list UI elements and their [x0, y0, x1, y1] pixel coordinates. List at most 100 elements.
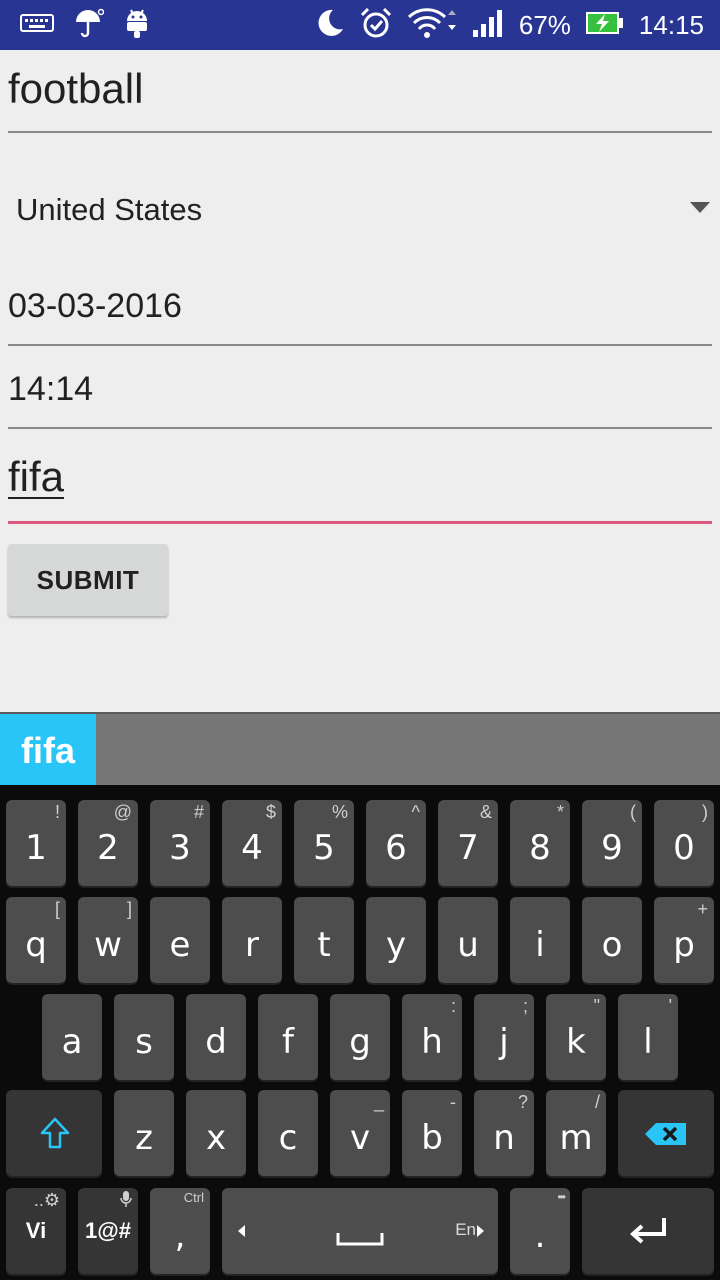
- key-alt-label: ': [668, 996, 672, 1016]
- key-alt-label: /: [594, 1092, 600, 1112]
- key-c[interactable]: c: [258, 1090, 318, 1176]
- key-label: c: [278, 1118, 298, 1158]
- key-alt-label: ): [702, 802, 708, 822]
- key-alt-label: ?: [517, 1092, 528, 1112]
- key-alt-label: $: [265, 802, 276, 822]
- key-label: k: [566, 1022, 586, 1062]
- key-w[interactable]: ] w: [78, 897, 138, 983]
- battery-charging-icon: [585, 10, 625, 41]
- key-t[interactable]: t: [294, 897, 354, 983]
- name-field[interactable]: football: [8, 50, 712, 133]
- android-icon: [124, 7, 150, 44]
- key-1[interactable]: ! 1: [6, 800, 66, 886]
- key-label: e: [169, 925, 191, 965]
- key-n[interactable]: ? n: [474, 1090, 534, 1176]
- key-label: n: [493, 1118, 515, 1158]
- key-d[interactable]: d: [186, 994, 246, 1080]
- key-5[interactable]: % 5: [294, 800, 354, 886]
- key-label: h: [421, 1022, 443, 1062]
- key-6[interactable]: ^ 6: [366, 800, 426, 886]
- key-f[interactable]: f: [258, 994, 318, 1080]
- cursor-left-icon: [236, 1224, 246, 1243]
- key-alt-label: +: [697, 899, 708, 919]
- key-e[interactable]: e: [150, 897, 210, 983]
- key-label: w: [94, 925, 122, 965]
- key-r[interactable]: r: [222, 897, 282, 983]
- backspace-key[interactable]: [618, 1090, 714, 1176]
- key-9[interactable]: (9: [582, 800, 642, 886]
- clock: 14:15: [638, 9, 704, 40]
- time-field[interactable]: 14:14: [8, 352, 712, 429]
- alarm-icon: [359, 6, 393, 45]
- key-alt-label: ": [593, 996, 600, 1016]
- submit-button[interactable]: SUBMIT: [8, 544, 168, 616]
- key-p[interactable]: + p: [654, 897, 714, 983]
- suggestion-bar: fifa: [0, 712, 720, 787]
- key-label: o: [601, 925, 623, 965]
- key-3[interactable]: #3: [150, 800, 210, 886]
- shift-key[interactable]: [6, 1090, 102, 1176]
- key-m[interactable]: / m: [546, 1090, 606, 1176]
- key-label: f: [282, 1022, 294, 1062]
- key-l[interactable]: ' l: [618, 994, 678, 1080]
- symbols-key[interactable]: 1@#: [78, 1188, 138, 1274]
- key-b[interactable]: -b: [402, 1090, 462, 1176]
- key-u[interactable]: u: [438, 897, 498, 983]
- key-alt-label: @: [113, 802, 132, 822]
- comma-key[interactable]: Ctrl ,: [150, 1188, 210, 1274]
- key-x[interactable]: x: [186, 1090, 246, 1176]
- key-j[interactable]: ; j: [474, 994, 534, 1080]
- key-h[interactable]: :h: [402, 994, 462, 1080]
- key-alt-label: _: [373, 1092, 384, 1112]
- key-2[interactable]: @2: [78, 800, 138, 886]
- key-s[interactable]: s: [114, 994, 174, 1080]
- key-label: 1: [25, 828, 47, 868]
- wifi-icon: [407, 7, 457, 44]
- key-o[interactable]: o: [582, 897, 642, 983]
- period-key[interactable]: ••• .: [510, 1188, 570, 1274]
- language-key[interactable]: ..⚙ Vi: [6, 1188, 66, 1274]
- key-z[interactable]: z: [114, 1090, 174, 1176]
- key-8[interactable]: * 8: [510, 800, 570, 886]
- period-key-label: .: [534, 1216, 546, 1256]
- comma-key-ctrl: Ctrl: [183, 1190, 204, 1205]
- key-i[interactable]: i: [510, 897, 570, 983]
- key-alt-label: [: [54, 899, 60, 919]
- enter-key[interactable]: [582, 1188, 714, 1274]
- key-label: 5: [313, 828, 335, 868]
- key-k[interactable]: " k: [546, 994, 606, 1080]
- key-label: j: [499, 1022, 509, 1062]
- key-label: 3: [169, 828, 191, 868]
- key-alt-label: ]: [126, 899, 132, 919]
- cursor-right-icon: [476, 1224, 486, 1243]
- key-q[interactable]: [q: [6, 897, 66, 983]
- space-key[interactable]: En: [222, 1188, 498, 1274]
- suggestion-chip[interactable]: fifa: [0, 714, 96, 787]
- key-label: 7: [457, 828, 479, 868]
- key-0[interactable]: ) 0: [654, 800, 714, 886]
- key-a[interactable]: a: [42, 994, 102, 1080]
- backspace-icon: [644, 1122, 688, 1151]
- key-label: i: [535, 925, 545, 965]
- key-alt-label: *: [556, 802, 564, 822]
- key-label: u: [457, 925, 479, 965]
- dropdown-arrow-icon: [690, 202, 710, 213]
- umbrella-icon: [74, 8, 105, 43]
- date-field[interactable]: 03-03-2016: [8, 270, 712, 346]
- country-dropdown[interactable]: United States: [16, 180, 712, 240]
- key-label: g: [349, 1022, 371, 1062]
- key-label: 6: [385, 828, 407, 868]
- signal-icon: [471, 8, 505, 43]
- key-g[interactable]: g: [330, 994, 390, 1080]
- key-v[interactable]: _ v: [330, 1090, 390, 1176]
- country-dropdown-value: United States: [16, 192, 203, 227]
- key-label: v: [349, 1118, 371, 1158]
- tag-field[interactable]: fifa: [8, 440, 712, 524]
- key-7[interactable]: & 7: [438, 800, 498, 886]
- key-label: b: [421, 1118, 443, 1158]
- key-alt-label: (: [630, 802, 636, 822]
- enter-icon: [629, 1216, 668, 1251]
- key-y[interactable]: y: [366, 897, 426, 983]
- key-4[interactable]: $4: [222, 800, 282, 886]
- key-label: m: [559, 1118, 593, 1158]
